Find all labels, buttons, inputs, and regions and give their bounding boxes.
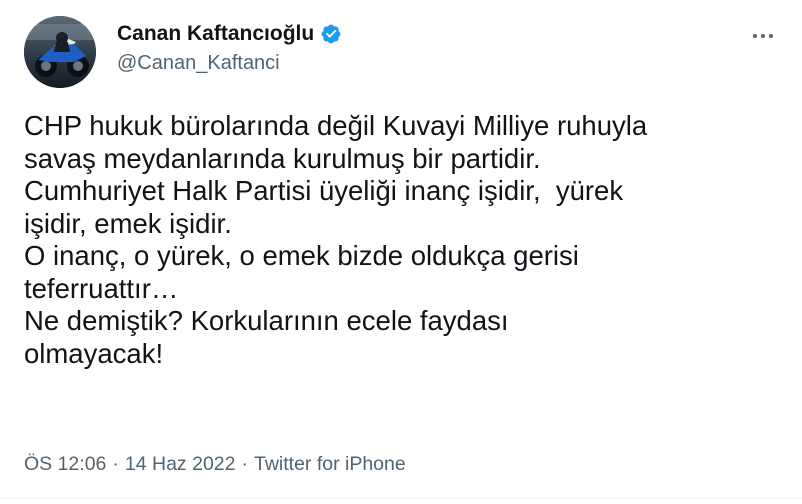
tweet-text-line: savaş meydanlarında kurulmuş bir partidi…	[24, 142, 541, 174]
name-row: Canan Kaftancıoğlu	[117, 20, 342, 48]
more-options-button[interactable]	[748, 26, 778, 46]
tweet-time[interactable]: ÖS 12:06	[24, 453, 106, 476]
tweet-metadata: ÖS 12:06 · 14 Haz 2022 · Twitter for iPh…	[24, 453, 406, 476]
separator-dot: ·	[112, 453, 119, 475]
display-name[interactable]: Canan Kaftancıoğlu	[117, 22, 314, 46]
tweet-text-line: O inanç, o yürek, o emek bizde oldukça g…	[24, 240, 579, 271]
user-handle[interactable]: @Canan_Kaftanci	[117, 52, 342, 75]
more-horizontal-icon	[753, 34, 773, 38]
tweet-card: Canan Kaftancıoğlu @Canan_Kaftanci CHP h…	[0, 0, 802, 504]
tweet-text-line: Ne demiştik? Korkularının ecele faydası	[24, 305, 509, 336]
bottom-divider	[0, 498, 802, 499]
author-block[interactable]: Canan Kaftancıoğlu @Canan_Kaftanci	[117, 20, 342, 75]
avatar-image	[24, 16, 96, 88]
tweet-text-line: Cumhuriyet Halk Partisi üyeliği inanç iş…	[24, 175, 624, 206]
tweet-text-line: olmayacak!	[24, 337, 164, 369]
tweet-text-line: teferruattır…	[24, 272, 179, 304]
tweet-text-line: işidir, emek işidir.	[24, 207, 232, 239]
tweet-source-link[interactable]: Twitter for iPhone	[254, 453, 406, 476]
tweet-text-line: CHP hukuk bürolarında değil Kuvayi Milli…	[24, 110, 648, 141]
verified-badge-icon	[320, 23, 342, 45]
separator-dot: ·	[241, 453, 248, 475]
tweet-date[interactable]: 14 Haz 2022	[125, 453, 236, 476]
avatar[interactable]	[24, 16, 96, 88]
tweet-text: CHP hukuk bürolarında değil Kuvayi Milli…	[24, 110, 774, 370]
